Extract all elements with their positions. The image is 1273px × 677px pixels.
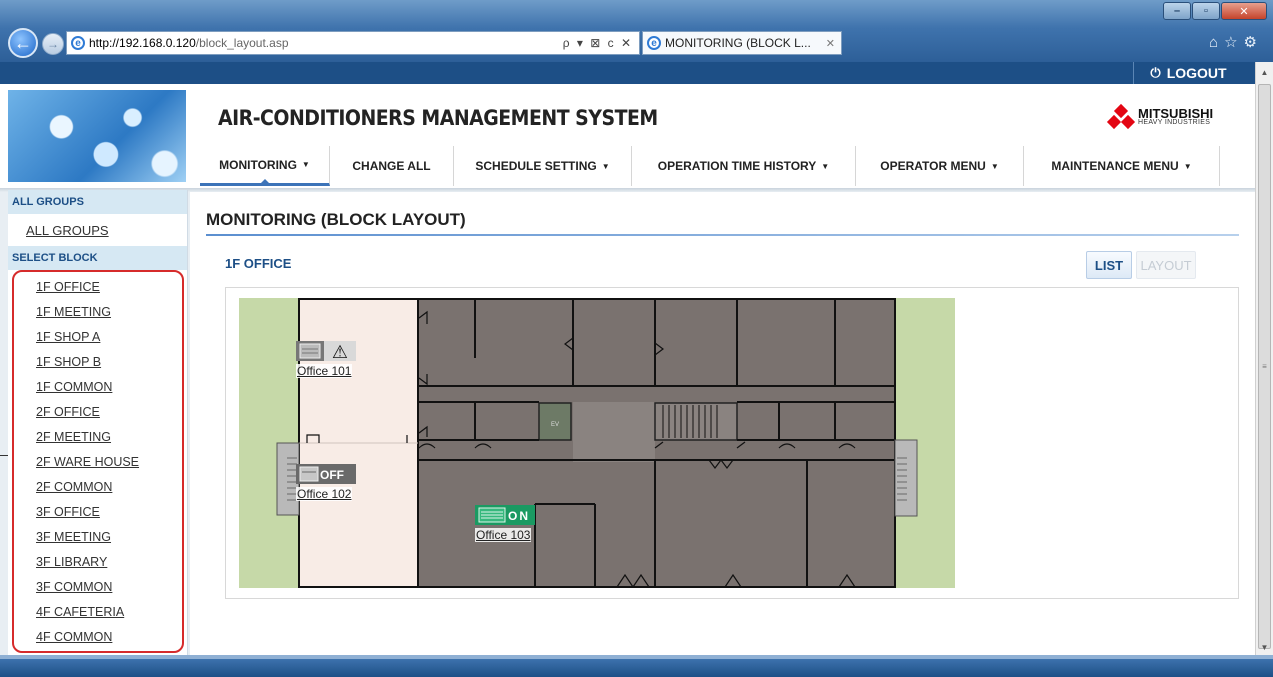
corridor-lower [418,440,895,460]
unit-office-103[interactable]: ON Office 103 [475,504,535,544]
power-icon: ⏻ [1150,65,1161,80]
caret-down-icon: ▼ [601,161,610,171]
close-tab-icon[interactable]: ✕ [826,37,835,50]
block-link-3f-common[interactable]: 3F COMMON [36,580,112,594]
hall [573,402,655,462]
on-unit-icon: ON [475,505,535,525]
warning-icon: ⚠ [332,342,348,362]
caret-down-icon: ▼ [990,161,999,171]
callout-line [0,455,8,465]
sidebar-header-select-block: SELECT BLOCK [8,246,187,270]
app-header: AIR-CONDITIONERS MANAGEMENT SYSTEM MITSU… [0,84,1255,188]
unit-label[interactable]: Office 103 [475,528,532,542]
home-favorites-settings-icons[interactable]: ⌂☆⚙ [1209,33,1263,51]
minimize-button[interactable]: – [1163,2,1191,20]
off-unit-icon: OFF [296,464,356,484]
forward-button[interactable]: → [42,33,64,55]
browser-tab[interactable]: e MONITORING (BLOCK L... ✕ [642,31,842,55]
header-decor-image [8,90,186,182]
logout-button[interactable]: ⏻ LOGOUT [1133,62,1243,84]
warning-unit-icon: ⚠ [296,341,356,362]
nav-operator-menu[interactable]: OPERATOR MENU ▼ [856,146,1024,186]
unit-label[interactable]: Office 102 [296,487,353,501]
three-diamonds-icon [1106,103,1136,130]
brand-name: MITSUBISHI [1138,106,1214,121]
unit-status-icon[interactable]: ON [475,504,535,526]
on-status-text: ON [508,509,530,523]
block-link-2f-ware-house[interactable]: 2F WARE HOUSE [36,455,139,469]
list-view-button[interactable]: LIST [1086,251,1132,279]
url-host: http://192.168.0.120 [89,36,196,50]
brand-sub: HEAVY INDUSTRIES [1138,118,1211,126]
title-divider [206,234,1239,236]
nav-change-all[interactable]: CHANGE ALL [330,146,454,186]
browser-chrome: – ▫ ✕ ← → e http://192.168.0.120 /block_… [0,0,1273,62]
nav-monitoring[interactable]: MONITORING ▼ [200,146,330,186]
ie-globe-icon: e [71,36,85,50]
unit-office-102[interactable]: OFF Office 102 [296,463,356,503]
unit-status-icon[interactable]: ⚠ [296,340,356,362]
block-link-2f-meeting[interactable]: 2F MEETING [36,430,111,444]
maximize-button[interactable]: ▫ [1192,2,1220,20]
off-status-text: OFF [320,468,344,482]
block-link-1f-shop-b[interactable]: 1F SHOP B [36,355,101,369]
scroll-up-icon[interactable]: ▲ [1256,64,1273,80]
main-nav: MONITORING ▼ CHANGE ALL SCHEDULE SETTING ▼… [200,146,1255,186]
sidebar: ALL GROUPS ALL GROUPS SELECT BLOCK 1F OF… [8,190,188,655]
unit-status-icon[interactable]: OFF [296,463,356,485]
arrow-left-icon: ← [14,32,32,53]
block-link-1f-shop-a[interactable]: 1F SHOP A [36,330,100,344]
block-link-2f-common[interactable]: 2F COMMON [36,480,112,494]
block-link-2f-office[interactable]: 2F OFFICE [36,405,100,419]
back-button[interactable]: ← [8,28,38,58]
scroll-thumb[interactable]: ≡ [1258,84,1271,649]
caret-down-icon: ▼ [1183,161,1192,171]
page-title: MONITORING (BLOCK LAYOUT) [206,210,466,229]
window-controls: – ▫ ✕ [1162,2,1267,20]
browser-nav-row: ← → e http://192.168.0.120 /block_layout… [0,24,1273,62]
floor-plan: EV ⚠ Office 101 OFF Office 102 ON Office… [239,298,955,589]
layout-frame: EV ⚠ Office 101 OFF Office 102 ON Office… [225,287,1239,599]
stairs [654,402,738,441]
url-path: /block_layout.asp [195,36,289,50]
vertical-scrollbar[interactable]: ▲ ≡ ▼ [1255,62,1273,655]
nav-operation-time-history[interactable]: OPERATION TIME HISTORY ▼ [632,146,856,186]
caret-down-icon: ▼ [821,161,830,171]
block-link-1f-common[interactable]: 1F COMMON [36,380,112,394]
footer-bar [0,655,1273,677]
tab-title: MONITORING (BLOCK L... [665,36,811,50]
all-groups-link[interactable]: ALL GROUPS [8,214,187,246]
caret-down-icon: ▼ [301,160,310,169]
block-link-4f-cafeteria[interactable]: 4F CAFETERIA [36,605,124,619]
block-link-3f-meeting[interactable]: 3F MEETING [36,530,111,544]
nav-schedule-setting[interactable]: SCHEDULE SETTING ▼ [454,146,632,186]
block-link-3f-library[interactable]: 3F LIBRARY [36,555,107,569]
logout-label: LOGOUT [1166,65,1227,81]
entrance-right [894,439,918,517]
mitsubishi-logo: MITSUBISHI HEAVY INDUSTRIES [1106,103,1214,130]
ie-globe-icon: e [647,36,661,50]
unit-office-101[interactable]: ⚠ Office 101 [296,340,356,380]
layout-view-button[interactable]: LAYOUT [1136,251,1196,279]
block-list: 1F OFFICE 1F MEETING 1F SHOP A 1F SHOP B… [12,270,184,653]
address-tools[interactable]: ρ ▾ ⊠ c ✕ [563,36,633,50]
nav-maintenance-menu[interactable]: MAINTENANCE MENU ▼ [1024,146,1220,186]
sidebar-header-all-groups: ALL GROUPS [8,190,187,214]
block-link-1f-office[interactable]: 1F OFFICE [36,280,100,294]
ev-label: EV [551,422,559,428]
scroll-down-icon[interactable]: ▼ [1256,639,1273,655]
main-content: MONITORING (BLOCK LAYOUT) 1F OFFICE LIST… [190,192,1255,655]
block-link-4f-common[interactable]: 4F COMMON [36,630,112,644]
address-bar[interactable]: e http://192.168.0.120 /block_layout.asp… [66,31,640,55]
arrow-right-icon: → [47,37,59,51]
corridor-upper [418,386,895,402]
app-title: AIR-CONDITIONERS MANAGEMENT SYSTEM [218,106,658,130]
unit-label[interactable]: Office 101 [296,364,353,378]
close-window-button[interactable]: ✕ [1221,2,1267,20]
block-link-3f-office[interactable]: 3F OFFICE [36,505,100,519]
block-link-1f-meeting[interactable]: 1F MEETING [36,305,111,319]
block-name: 1F OFFICE [225,256,292,271]
top-bar: ⏻ LOGOUT [0,62,1273,84]
